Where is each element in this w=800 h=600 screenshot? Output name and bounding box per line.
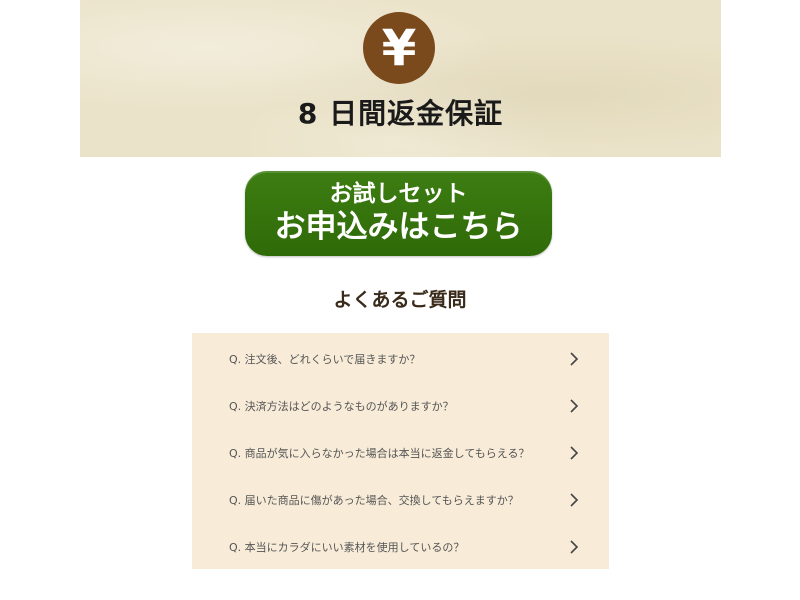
faq-item-delivery[interactable]: Q. 注文後、どれくらいで届きますか？ <box>192 345 609 375</box>
chevron-right-icon <box>570 352 579 366</box>
chevron-right-icon <box>570 446 579 460</box>
faq-question: Q. 商品が気に入らなかった場合は本当に返金してもらえる？ <box>229 447 530 460</box>
chevron-right-icon <box>570 540 579 554</box>
faq-question: Q. 注文後、どれくらいで届きますか？ <box>229 353 421 366</box>
chevron-right-icon <box>570 493 579 507</box>
faq-question: Q. 本当にカラダにいい素材を使用しているの？ <box>229 541 465 554</box>
faq-question: Q. 決済方法はどのようなものがありますか？ <box>229 400 454 413</box>
faq-item-payment[interactable]: Q. 決済方法はどのようなものがありますか？ <box>192 392 609 422</box>
trial-set-order-button[interactable]: お試しセット お申込みはこちら <box>245 171 552 256</box>
cta-line2-label: お申込みはこちら <box>274 209 523 245</box>
chevron-right-icon <box>570 399 579 413</box>
cta-line1-label: お試しセット <box>329 181 468 207</box>
guarantee-title: 8 日間返金保証 <box>297 97 504 130</box>
faq-list: Q. 注文後、どれくらいで届きますか？ Q. 決済方法はどのようなものがあります… <box>192 333 609 569</box>
faq-question: Q. 届いた商品に傷があった場合、交換してもらえますか？ <box>229 494 519 507</box>
faq-item-refund[interactable]: Q. 商品が気に入らなかった場合は本当に返金してもらえる？ <box>192 439 609 469</box>
faq-item-materials[interactable]: Q. 本当にカラダにいい素材を使用しているの？ <box>192 533 609 563</box>
faq-heading: よくあるご質問 <box>333 289 467 311</box>
guarantee-banner: ¥ 8 日間返金保証 <box>80 0 721 157</box>
yen-icon: ¥ <box>363 12 435 84</box>
faq-item-exchange[interactable]: Q. 届いた商品に傷があった場合、交換してもらえますか？ <box>192 486 609 516</box>
